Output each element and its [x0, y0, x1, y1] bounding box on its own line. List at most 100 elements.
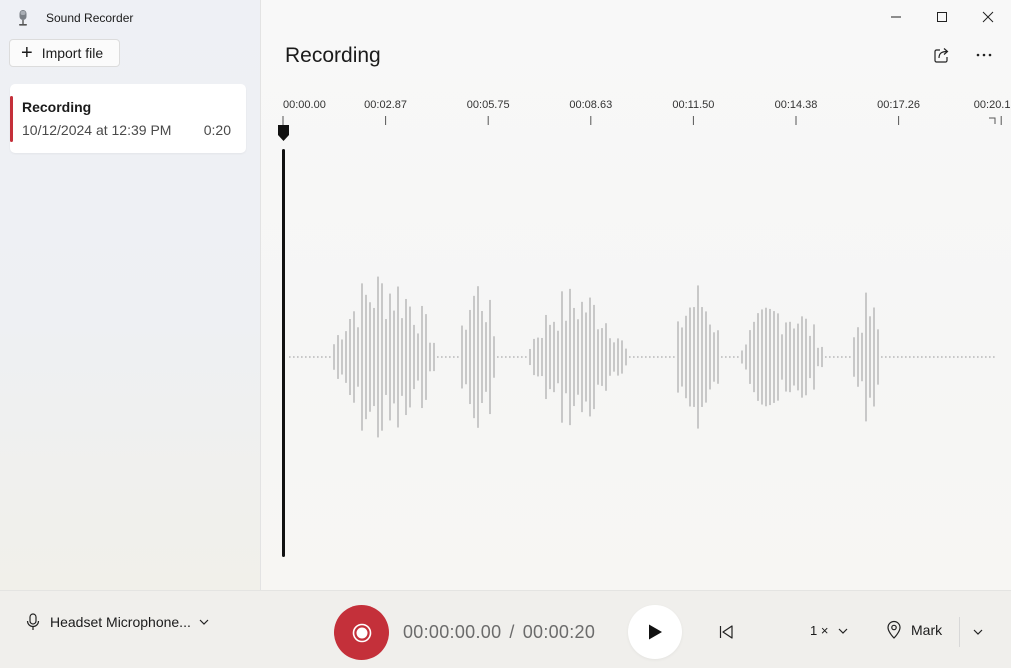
recording-list-item[interactable]: Recording 10/12/2024 at 12:39 PM 0:20: [10, 84, 246, 153]
waveform-bar: [361, 283, 363, 431]
playback-speed-select[interactable]: 1 ×: [810, 623, 848, 638]
waveform-bar: [957, 356, 959, 358]
record-icon: [352, 623, 371, 642]
waveform-bar: [637, 356, 639, 358]
waveform-bar: [393, 310, 395, 404]
waveform-bar: [901, 356, 903, 358]
share-button[interactable]: [929, 44, 955, 66]
divider: [959, 617, 960, 647]
waveform-bar: [665, 356, 667, 358]
mark-options-button[interactable]: [966, 621, 990, 643]
waveform-bar: [525, 356, 527, 358]
waveform-bar: [749, 330, 751, 384]
minimize-button[interactable]: [873, 0, 919, 34]
waveform-bar: [713, 332, 715, 382]
waveform-bar: [509, 356, 511, 358]
more-options-button[interactable]: [971, 44, 997, 66]
waveform-bar: [813, 324, 815, 390]
waveform-bar: [461, 325, 463, 389]
waveform-bar: [649, 356, 651, 358]
waveform-bar: [689, 307, 691, 407]
waveform-bar: [617, 338, 619, 376]
waveform-bar: [425, 314, 427, 400]
main-panel: Recording 00:00.00 00:02.87 00:05.75 00:08.…: [261, 0, 1011, 590]
waveform-bar: [497, 356, 499, 358]
waveform-bar: [745, 344, 747, 370]
waveform-bar: [485, 322, 487, 392]
waveform-bar: [289, 356, 291, 358]
waveform-bar: [377, 276, 379, 438]
record-button[interactable]: [334, 605, 389, 660]
waveform-bar: [369, 302, 371, 412]
maximize-icon: [937, 12, 947, 22]
waveform-bar: [777, 313, 779, 401]
waveform-bar: [353, 311, 355, 403]
waveform-bar: [861, 332, 863, 382]
waveform-bar: [569, 288, 571, 426]
waveform-bar: [985, 356, 987, 358]
waveform-bar: [421, 305, 423, 409]
chevron-down-icon: [199, 619, 209, 625]
skip-to-start-button[interactable]: [714, 621, 738, 643]
waveform-bar: [333, 344, 335, 370]
close-button[interactable]: [965, 0, 1011, 34]
waveform-bar: [453, 356, 455, 358]
waveform-bar: [513, 356, 515, 358]
timeline-waveform[interactable]: 00:00.00 00:02.87 00:05.75 00:08.63 00:11.50…: [261, 90, 1011, 570]
waveform-bar: [909, 356, 911, 358]
waveform-bar: [433, 342, 435, 372]
waveform-bar: [877, 329, 879, 385]
timeline-tick-label: 00:08.63: [569, 99, 612, 111]
waveform-bar: [993, 356, 995, 358]
waveform-bar: [845, 356, 847, 358]
waveform-bar: [953, 356, 955, 358]
waveform-bar: [321, 356, 323, 358]
waveform-bar: [465, 329, 467, 385]
timeline-tick-label: 00:14.38: [775, 99, 818, 111]
sidebar: Sound Recorder + Import file Recording 1…: [0, 0, 261, 590]
waveform-bar: [641, 356, 643, 358]
more-options-icon: [976, 53, 992, 57]
waveform-bar: [789, 321, 791, 393]
playhead[interactable]: [278, 125, 289, 557]
waveform-bar: [817, 347, 819, 367]
waveform-bar: [929, 356, 931, 358]
import-file-label: Import file: [41, 45, 104, 61]
waveform-bar: [365, 294, 367, 420]
waveform-bar: [561, 291, 563, 423]
waveform-bar: [669, 356, 671, 358]
import-file-button[interactable]: + Import file: [9, 39, 120, 67]
waveform-bar: [737, 356, 739, 358]
waveform-bar: [577, 319, 579, 395]
maximize-button[interactable]: [919, 0, 965, 34]
waveform-bar: [549, 324, 551, 390]
play-button[interactable]: [628, 605, 682, 659]
waveform-bar: [921, 356, 923, 358]
waveform-bar: [489, 299, 491, 415]
waveform-bar: [469, 309, 471, 405]
time-display: 00:00:00.00 / 00:00:20: [403, 622, 595, 643]
waveform-bar: [401, 318, 403, 396]
waveform-bar: [301, 356, 303, 358]
waveform-bar: [709, 324, 711, 390]
waveform-bar: [869, 316, 871, 398]
waveform-bar: [633, 356, 635, 358]
chevron-down-icon: [973, 629, 983, 635]
plus-icon: +: [21, 42, 33, 64]
chevron-down-icon: [839, 628, 848, 634]
waveform-bar: [445, 356, 447, 358]
waveform-bar: [505, 356, 507, 358]
waveform-bar: [317, 356, 319, 358]
waveform-bar: [329, 356, 331, 358]
waveform-bar: [313, 356, 315, 358]
waveform-bar: [857, 327, 859, 387]
waveform-bar: [405, 298, 407, 416]
waveform-bar: [773, 311, 775, 403]
microphone-select[interactable]: Headset Microphone...: [26, 611, 209, 633]
mark-label: Mark: [911, 622, 943, 638]
waveform-bar: [293, 356, 295, 358]
waveform-bar: [589, 297, 591, 417]
mark-button[interactable]: Mark: [886, 620, 942, 640]
close-icon: [982, 11, 994, 23]
app-title: Sound Recorder: [46, 11, 134, 25]
